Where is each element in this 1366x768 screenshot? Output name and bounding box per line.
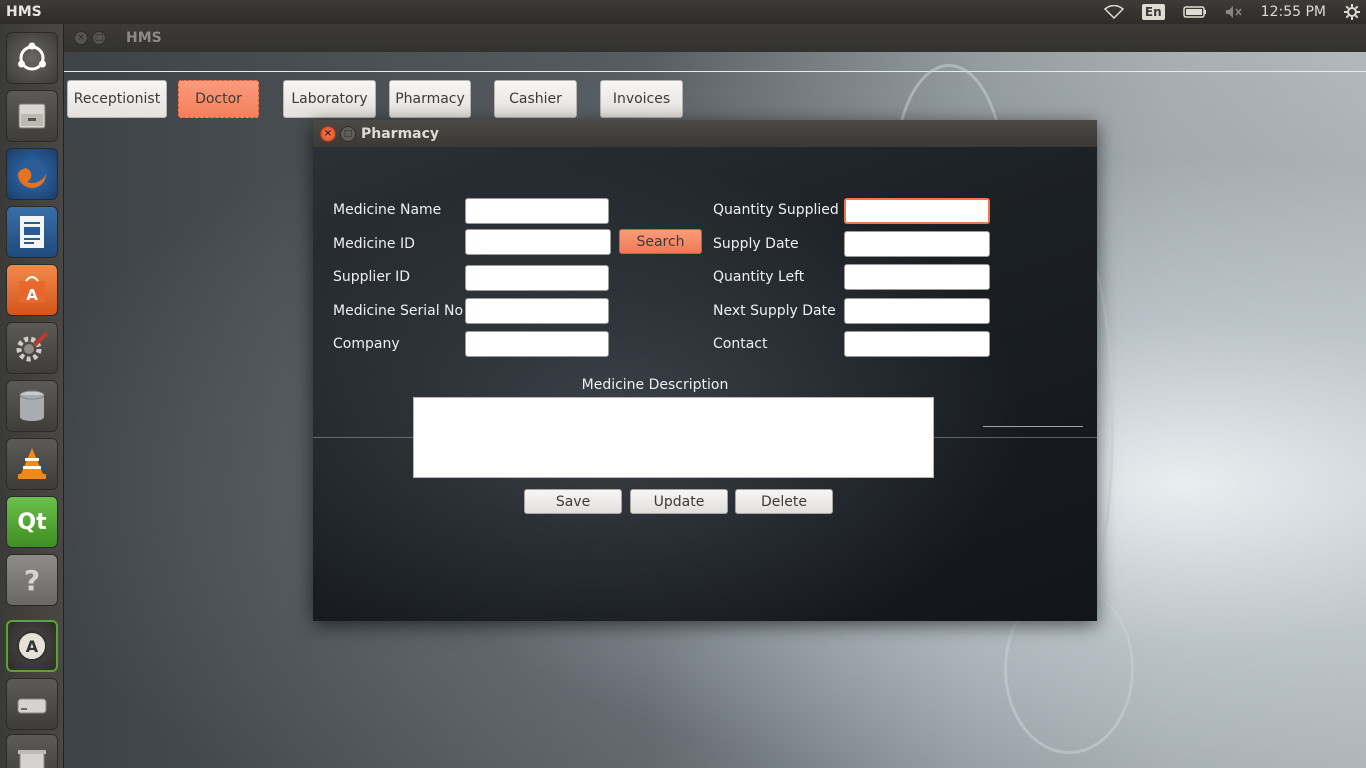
medicine-serial-no-label: Medicine Serial No <box>333 303 464 319</box>
update-button[interactable]: Update <box>630 489 728 514</box>
files-icon[interactable] <box>6 90 58 142</box>
quantity-left-input[interactable] <box>844 264 990 290</box>
laboratory-tab-button[interactable]: Laboratory <box>283 80 376 118</box>
gear-icon[interactable] <box>1344 4 1360 20</box>
dialog-titlebar: × □ Pharmacy <box>313 120 1097 147</box>
doctor-tab-button[interactable]: Doctor <box>178 80 259 118</box>
active-app-name: HMS <box>6 4 42 20</box>
vlc-icon[interactable] <box>6 438 58 490</box>
medicine-description-textarea[interactable] <box>413 397 934 478</box>
pharmacy-dialog: × □ Pharmacy Medicine Name Medicine ID S… <box>313 120 1097 621</box>
medicine-id-input[interactable] <box>465 229 611 255</box>
firefox-icon[interactable] <box>6 148 58 200</box>
next-supply-date-input[interactable] <box>844 298 990 324</box>
medicine-id-label: Medicine ID <box>333 236 415 252</box>
maximize-icon[interactable]: □ <box>340 125 356 142</box>
close-icon[interactable]: × <box>320 125 336 142</box>
quantity-left-label: Quantity Left <box>713 269 805 285</box>
quantity-supplied-label: Quantity Supplied <box>713 202 839 218</box>
next-supply-date-label: Next Supply Date <box>713 303 836 319</box>
company-input[interactable] <box>465 331 609 357</box>
supply-date-input[interactable] <box>844 231 990 257</box>
pharmacy-tab-button[interactable]: Pharmacy <box>389 80 471 118</box>
keyboard-layout-indicator[interactable]: En <box>1141 4 1165 20</box>
system-tray: En 12:55 PM <box>1103 0 1366 24</box>
help-icon[interactable]: ? <box>6 554 58 606</box>
supplier-id-input[interactable] <box>465 265 609 291</box>
dash-home-icon[interactable] <box>6 32 58 84</box>
search-button[interactable]: Search <box>619 229 702 254</box>
volume-muted-icon[interactable] <box>1225 5 1243 19</box>
medicine-name-label: Medicine Name <box>333 202 442 218</box>
contact-input[interactable] <box>844 331 990 357</box>
trash-icon[interactable] <box>6 734 58 768</box>
delete-button[interactable]: Delete <box>735 489 833 514</box>
supply-date-label: Supply Date <box>713 236 799 252</box>
writer-document-icon[interactable] <box>6 206 58 258</box>
company-label: Company <box>333 336 400 352</box>
launcher: A Qt ? A <box>0 24 64 768</box>
supplier-id-label: Supplier ID <box>333 269 411 285</box>
medicine-name-input[interactable] <box>465 198 609 224</box>
system-settings-icon[interactable] <box>6 322 58 374</box>
receptionist-tab-button[interactable]: Receptionist <box>67 80 167 118</box>
quantity-supplied-input[interactable] <box>844 198 990 224</box>
contact-label: Contact <box>713 336 768 352</box>
maximize-icon[interactable]: □ <box>92 31 106 45</box>
medicine-serial-no-input[interactable] <box>465 298 609 324</box>
decorative-line <box>983 426 1083 427</box>
qt-creator-icon[interactable]: Qt <box>6 496 58 548</box>
dialog-title: Pharmacy <box>361 125 440 142</box>
save-button[interactable]: Save <box>524 489 622 514</box>
question-mark-glyph: ? <box>23 563 41 597</box>
close-icon[interactable]: × <box>74 31 88 45</box>
svg-text:A: A <box>26 637 39 656</box>
drive-icon[interactable] <box>6 678 58 730</box>
wifi-icon[interactable] <box>1103 5 1124 19</box>
battery-icon[interactable] <box>1182 6 1207 18</box>
top-panel: HMS En 12:55 PM <box>0 0 1366 24</box>
cashier-tab-button[interactable]: Cashier <box>494 80 577 118</box>
language-badge: En <box>1141 4 1165 20</box>
invoices-tab-button[interactable]: Invoices <box>600 80 683 118</box>
software-center-icon[interactable]: A <box>6 264 58 316</box>
main-titlebar: × □ HMS <box>64 24 1366 52</box>
clock[interactable]: 12:55 PM <box>1261 4 1326 20</box>
database-icon[interactable] <box>6 380 58 432</box>
svg-text:A: A <box>26 286 38 304</box>
window-title: HMS <box>126 30 162 46</box>
qt-glyph: Qt <box>17 509 47 535</box>
software-updater-icon[interactable]: A <box>6 620 58 672</box>
medicine-description-label: Medicine Description <box>581 377 729 393</box>
header-divider <box>64 71 1366 72</box>
